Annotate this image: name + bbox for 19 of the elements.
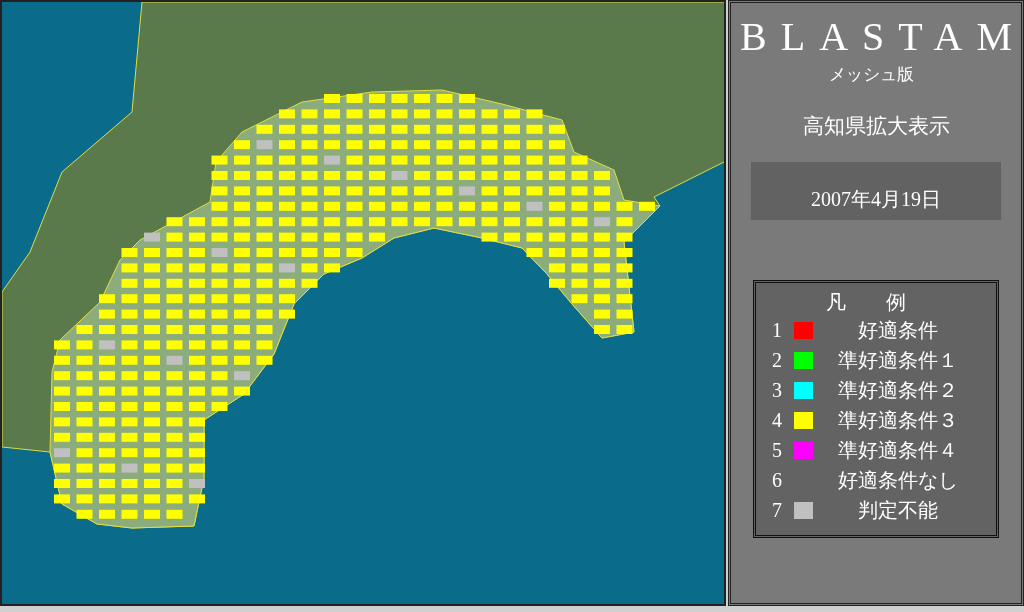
legend-number: 7 <box>772 498 783 522</box>
legend-number: 4 <box>772 408 783 432</box>
legend-number: 2 <box>772 348 783 372</box>
app-title: BLASTAM <box>739 13 1024 61</box>
legend-label: 準好適条件３ <box>837 407 959 433</box>
legend-label: 準好適条件２ <box>837 377 959 403</box>
legend-number: 5 <box>772 438 783 462</box>
legend-label: 準好適条件４ <box>837 437 959 463</box>
app-subtitle: メッシュ版 <box>828 64 914 86</box>
legend-label: 準好適条件１ <box>837 347 959 373</box>
view-label: 高知県拡大表示 <box>802 113 950 140</box>
legend-label: 好適条件なし <box>837 467 959 493</box>
legend-number: 6 <box>772 468 783 492</box>
legend-label: 判定不能 <box>857 497 939 523</box>
legend-title: 凡 例 <box>825 290 907 315</box>
date-display: 2007年4月19日 <box>751 162 1001 220</box>
legend-number: 1 <box>772 318 783 342</box>
legend-number: 3 <box>772 378 783 402</box>
legend-label: 好適条件 <box>857 317 939 343</box>
